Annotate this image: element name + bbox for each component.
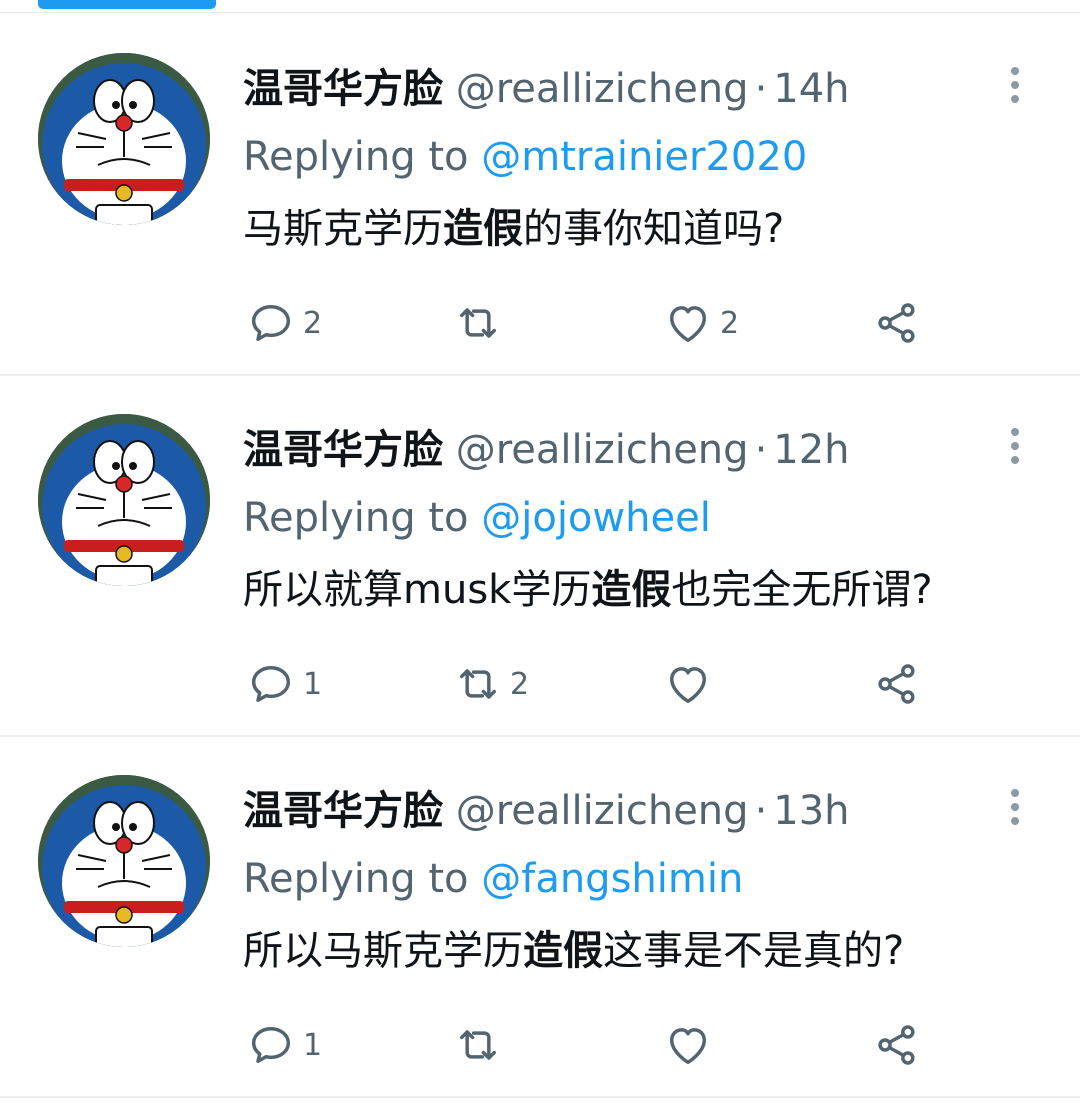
reply-bubble-icon xyxy=(251,666,291,702)
share-button[interactable] xyxy=(871,293,923,353)
tweet-text-bold: 造假 xyxy=(591,567,672,613)
replying-label: Replying to xyxy=(243,495,469,541)
more-vertical-icon[interactable] xyxy=(1000,63,1030,107)
tweet-text-before: 所以就算musk学历 xyxy=(243,567,592,613)
replying-to-line: Replying to @mtrainier2020 xyxy=(243,131,807,183)
user-handle[interactable]: @reallizicheng xyxy=(456,66,749,112)
replying-to-handle[interactable]: @jojowheel xyxy=(481,495,711,541)
replying-label: Replying to xyxy=(243,134,469,180)
tweet-text-after: 的事你知道吗? xyxy=(523,206,785,252)
reply-bubble-icon xyxy=(251,305,291,341)
display-name[interactable]: 温哥华方脸 xyxy=(243,427,443,473)
reply-button[interactable]: 1 xyxy=(245,1015,322,1075)
like-count: 2 xyxy=(720,305,740,341)
user-handle[interactable]: @reallizicheng xyxy=(456,427,749,473)
separator: · xyxy=(754,788,768,834)
tweet-text-before: 马斯克学历 xyxy=(243,206,443,252)
share-icon xyxy=(878,664,915,704)
tweet-text: 马斯克学历造假的事你知道吗? xyxy=(243,201,784,257)
doraemon-avatar-icon[interactable] xyxy=(38,414,210,586)
retweet-count: 2 xyxy=(510,666,530,702)
tab-indicator xyxy=(38,0,216,9)
retweet-icon xyxy=(460,308,496,338)
replying-to-line: Replying to @fangshimin xyxy=(243,853,743,905)
tweet-actions: 1 xyxy=(0,1015,1080,1075)
tweet-header: 温哥华方脸 @reallizicheng · 12h xyxy=(243,422,850,478)
like-button[interactable]: 2 xyxy=(662,293,739,353)
replying-to-line: Replying to @jojowheel xyxy=(243,492,711,544)
retweet-button[interactable] xyxy=(452,293,510,353)
share-button[interactable] xyxy=(871,654,923,714)
display-name[interactable]: 温哥华方脸 xyxy=(243,788,443,834)
like-button[interactable] xyxy=(662,654,720,714)
replying-to-handle[interactable]: @fangshimin xyxy=(481,856,743,902)
share-icon xyxy=(878,1025,915,1065)
timestamp[interactable]: 13h xyxy=(773,788,849,834)
tweet[interactable]: 温哥华方脸 @reallizicheng · 13h Replying to @fa… xyxy=(0,735,1080,1098)
tweet[interactable]: 温哥华方脸 @reallizicheng · 12h Replying to @jo… xyxy=(0,374,1080,737)
share-button[interactable] xyxy=(871,1015,923,1075)
separator: · xyxy=(754,427,768,473)
retweet-icon xyxy=(460,669,496,699)
reply-count: 2 xyxy=(303,305,323,341)
tweet-text-after: 也完全无所谓? xyxy=(671,567,933,613)
reply-button[interactable]: 2 xyxy=(245,293,322,353)
retweet-icon xyxy=(460,1030,496,1060)
replying-label: Replying to xyxy=(243,856,469,902)
like-button[interactable] xyxy=(662,1015,720,1075)
user-handle[interactable]: @reallizicheng xyxy=(456,788,749,834)
share-icon xyxy=(878,303,915,343)
tweet-header: 温哥华方脸 @reallizicheng · 13h xyxy=(243,783,850,839)
reply-count: 1 xyxy=(303,666,323,702)
reply-count: 1 xyxy=(303,1027,323,1063)
tweet-text-after: 这事是不是真的? xyxy=(603,928,905,974)
replying-to-handle[interactable]: @mtrainier2020 xyxy=(481,134,807,180)
timestamp[interactable]: 14h xyxy=(773,66,849,112)
tweet-actions: 1 2 xyxy=(0,654,1080,714)
retweet-button[interactable]: 2 xyxy=(452,654,529,714)
doraemon-avatar-icon[interactable] xyxy=(38,775,210,947)
tweet-actions: 2 2 xyxy=(0,293,1080,353)
reply-button[interactable]: 1 xyxy=(245,654,322,714)
tweet[interactable]: 温哥华方脸 @reallizicheng · 14h Replying to @mt… xyxy=(0,13,1080,376)
timestamp[interactable]: 12h xyxy=(773,427,849,473)
separator: · xyxy=(754,66,768,112)
tweet-text-before: 所以马斯克学历 xyxy=(243,928,523,974)
tweet-text-bold: 造假 xyxy=(443,206,523,252)
more-vertical-icon[interactable] xyxy=(1000,785,1030,829)
tweet-text-bold: 造假 xyxy=(523,928,603,974)
tweet-text: 所以马斯克学历造假这事是不是真的? xyxy=(243,923,904,979)
reply-bubble-icon xyxy=(251,1027,291,1063)
heart-icon xyxy=(670,667,706,704)
tweet-header: 温哥华方脸 @reallizicheng · 14h xyxy=(243,61,850,117)
retweet-button[interactable] xyxy=(452,1015,510,1075)
heart-icon xyxy=(670,1028,706,1065)
heart-icon xyxy=(670,306,706,343)
doraemon-avatar-icon[interactable] xyxy=(38,53,210,225)
display-name[interactable]: 温哥华方脸 xyxy=(243,66,443,112)
tweet-text: 所以就算musk学历造假也完全无所谓? xyxy=(243,562,933,618)
more-vertical-icon[interactable] xyxy=(1000,424,1030,468)
